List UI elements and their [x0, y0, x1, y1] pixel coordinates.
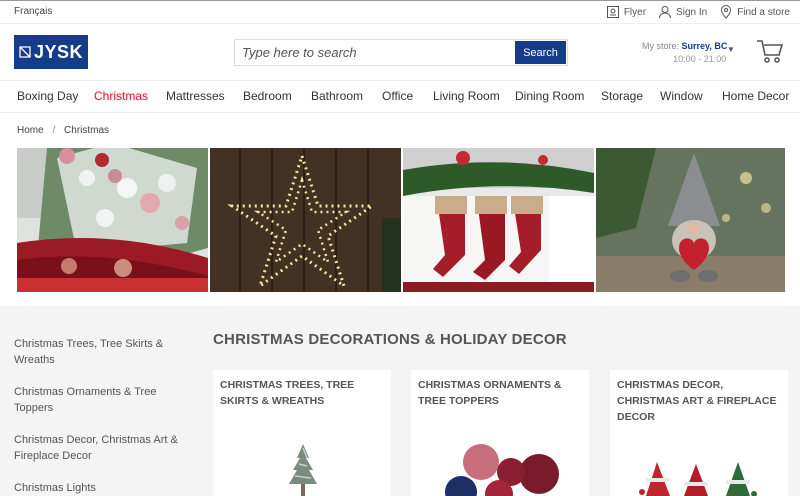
sidebar-item-ornaments[interactable]: Christmas Ornaments & Tree Toppers: [14, 384, 194, 416]
nav-item-christmas[interactable]: Christmas: [94, 89, 148, 103]
find-store-label: Find a store: [737, 6, 790, 18]
sign-in-link[interactable]: Sign In: [658, 5, 707, 19]
cart-icon[interactable]: [756, 38, 784, 64]
stockings-image[interactable]: [403, 148, 594, 292]
category-sidebar: Christmas Trees, Tree Skirts & Wreaths C…: [14, 336, 194, 496]
category-card-decor[interactable]: CHRISTMAS DECOR, CHRISTMAS ART & FIREPLA…: [610, 370, 788, 496]
ornaments-thumbnail: [445, 444, 559, 496]
nav-item-home-decor[interactable]: Home Decor: [722, 89, 789, 103]
site-header: JYSK Search My store: Surrey, BC 10:00 -…: [0, 24, 800, 80]
gnome-image[interactable]: [596, 148, 785, 292]
store-selector[interactable]: My store: Surrey, BC 10:00 - 21:00: [642, 40, 727, 66]
find-store-link[interactable]: Find a store: [719, 5, 790, 19]
nav-item-bathroom[interactable]: Bathroom: [311, 89, 363, 103]
breadcrumb-separator: /: [52, 125, 56, 136]
hero-banner: [17, 148, 785, 292]
search-input[interactable]: [235, 40, 513, 65]
nav-item-living-room[interactable]: Living Room: [433, 89, 500, 103]
tree-thumbnail: [289, 444, 317, 496]
nav-item-mattresses[interactable]: Mattresses: [166, 89, 225, 103]
logo-text: JYSK: [33, 41, 84, 62]
page-title: CHRISTMAS DECORATIONS & HOLIDAY DECOR: [213, 331, 567, 348]
sidebar-item-lights[interactable]: Christmas Lights: [14, 480, 194, 496]
nav-item-window[interactable]: Window: [660, 89, 703, 103]
flyer-link[interactable]: Flyer: [606, 5, 646, 19]
card-title: CHRISTMAS DECOR, CHRISTMAS ART & FIREPLA…: [617, 379, 777, 423]
nav-item-storage[interactable]: Storage: [601, 89, 643, 103]
nav-item-boxing-day[interactable]: Boxing Day: [17, 89, 78, 103]
card-title: CHRISTMAS TREES, TREE SKIRTS & WREATHS: [220, 379, 355, 407]
user-icon: [659, 6, 672, 19]
nav-item-office[interactable]: Office: [382, 89, 413, 103]
nav-item-dining-room[interactable]: Dining Room: [515, 89, 584, 103]
chevron-down-icon[interactable]: ▼: [727, 45, 735, 54]
language-switch-link[interactable]: Français: [14, 6, 52, 17]
nav-item-bedroom[interactable]: Bedroom: [243, 89, 292, 103]
breadcrumb-current: Christmas: [64, 125, 110, 136]
store-hours: 10:00 - 21:00: [673, 54, 727, 64]
flyer-label: Flyer: [623, 6, 647, 18]
flyer-icon: [606, 6, 619, 18]
christmas-tree-image[interactable]: [17, 148, 208, 292]
gnomes-thumbnail: [639, 462, 757, 496]
logo-flag-icon: [19, 46, 31, 58]
location-pin-icon: [721, 5, 732, 19]
search-button[interactable]: Search: [515, 41, 566, 64]
card-title: CHRISTMAS ORNAMENTS & TREE TOPPERS: [418, 379, 562, 407]
sign-in-label: Sign In: [676, 6, 708, 18]
utility-links: Flyer Sign In Find a store: [606, 5, 790, 19]
sidebar-item-trees[interactable]: Christmas Trees, Tree Skirts & Wreaths: [14, 336, 194, 368]
star-lights-image[interactable]: [210, 148, 401, 292]
jysk-logo[interactable]: JYSK: [14, 35, 88, 69]
category-card-ornaments[interactable]: CHRISTMAS ORNAMENTS & TREE TOPPERS: [411, 370, 589, 496]
main-navigation: Boxing Day Christmas Mattresses Bedroom …: [0, 80, 800, 113]
breadcrumb: Home / Christmas: [17, 125, 109, 136]
store-name: Surrey, BC: [681, 41, 728, 51]
utility-bar: Français Flyer Sign In Find a store: [0, 0, 800, 24]
category-card-trees[interactable]: CHRISTMAS TREES, TREE SKIRTS & WREATHS: [213, 370, 391, 496]
sidebar-item-decor[interactable]: Christmas Decor, Christmas Art & Firepla…: [14, 432, 194, 464]
store-label: My store:: [642, 41, 680, 51]
breadcrumb-home[interactable]: Home: [17, 125, 44, 136]
search-bar: Search: [234, 39, 568, 66]
